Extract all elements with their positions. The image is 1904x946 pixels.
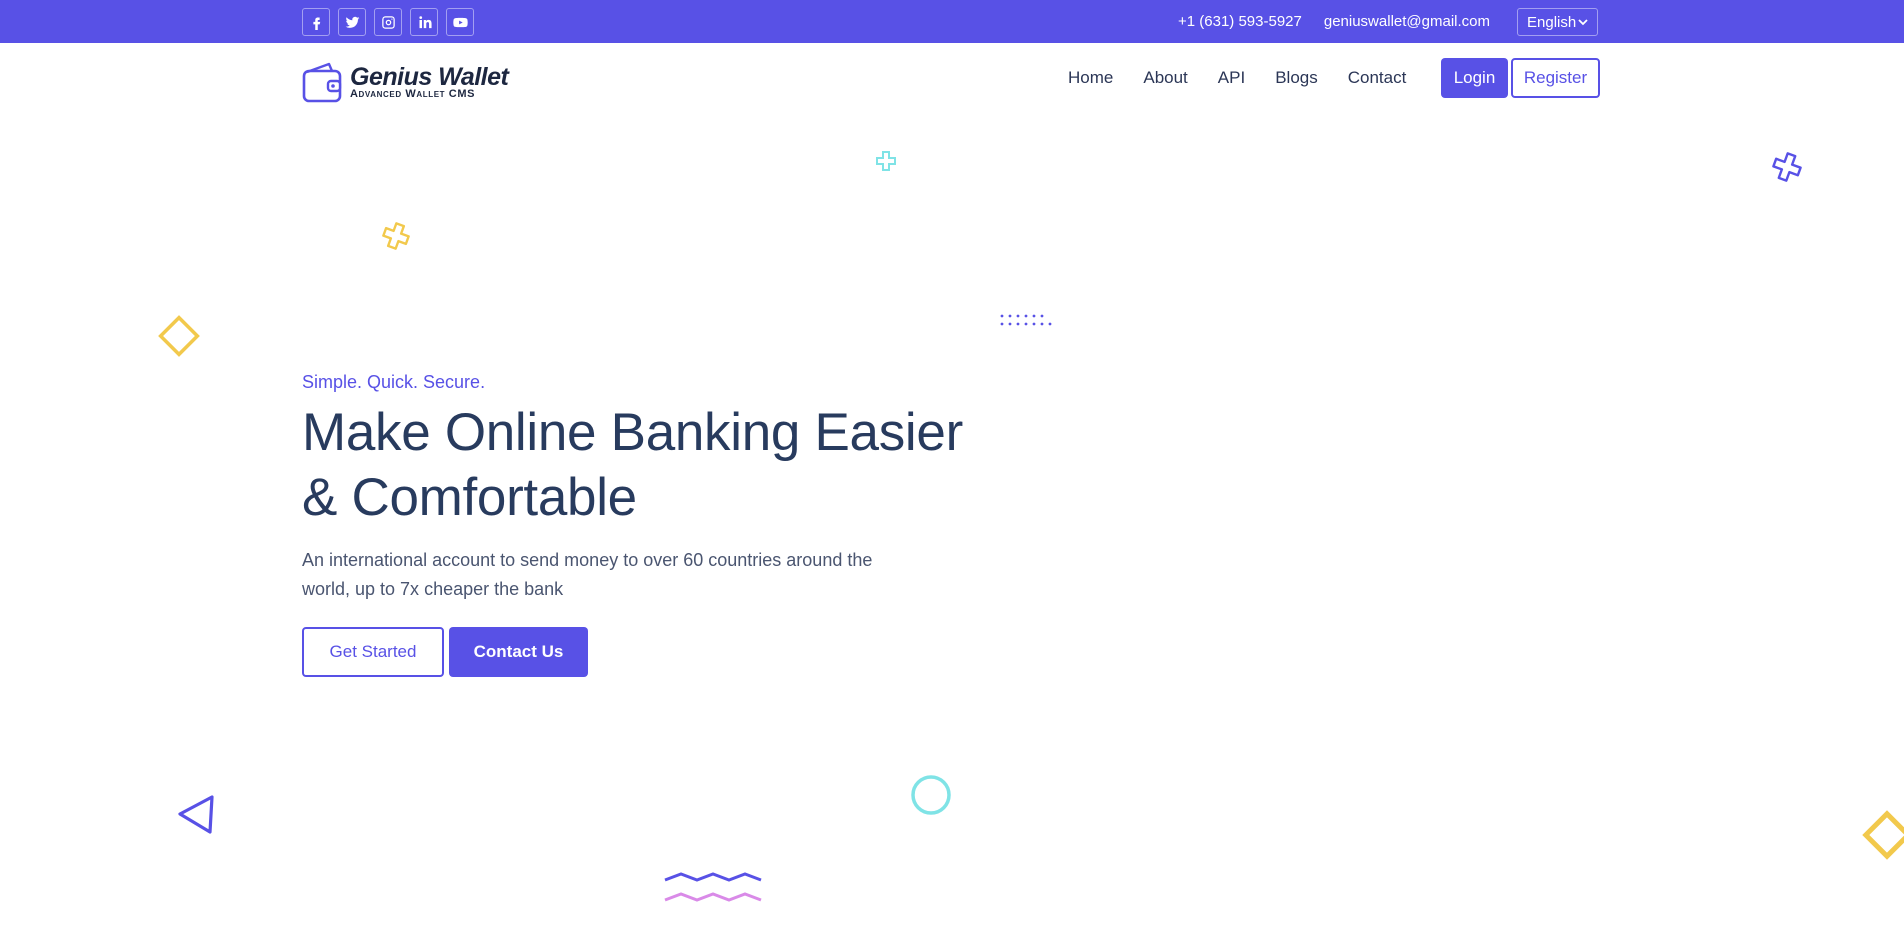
nav-blogs[interactable]: Blogs — [1275, 68, 1318, 88]
cyan-cross-shape — [876, 151, 896, 171]
get-started-button[interactable]: Get Started — [302, 627, 444, 677]
hero-tagline: Simple. Quick. Secure. — [302, 372, 486, 392]
hero-photo-collage — [940, 115, 1904, 946]
wallet-icon — [302, 62, 342, 103]
hero-subtext: An international account to send money t… — [302, 550, 873, 599]
email-address[interactable]: geniuswallet@gmail.com — [1324, 13, 1490, 30]
logo[interactable]: Genius Wallet Advanced Wallet CMS — [302, 60, 509, 104]
youtube-icon[interactable] — [446, 8, 474, 36]
wave-lines-shape — [664, 872, 762, 902]
chevron-down-icon — [1578, 19, 1588, 26]
language-select[interactable]: English — [1517, 8, 1598, 36]
nav-about[interactable]: About — [1143, 68, 1187, 88]
linkedin-icon[interactable] — [410, 8, 438, 36]
purple-triangle-shape — [178, 795, 214, 834]
language-value: English — [1527, 13, 1577, 31]
nav-contact[interactable]: Contact — [1348, 68, 1407, 88]
facebook-icon[interactable] — [302, 8, 330, 36]
register-button[interactable]: Register — [1511, 58, 1600, 98]
hero-headline: Make Online Banking Easier & Comfortable — [302, 403, 963, 527]
yellow-cross-shape — [382, 222, 410, 250]
twitter-icon[interactable] — [338, 8, 366, 36]
login-button[interactable]: Login — [1441, 58, 1508, 98]
nav-home[interactable]: Home — [1068, 68, 1113, 88]
contact-info: +1 (631) 593-5927 geniuswallet@gmail.com — [1178, 0, 1490, 43]
main-nav: Home About API Blogs Contact — [1068, 68, 1436, 88]
instagram-icon[interactable] — [374, 8, 402, 36]
yellow-diamond-shape — [158, 315, 200, 357]
social-links — [302, 8, 474, 36]
logo-name: Genius Wallet — [350, 63, 509, 91]
nav-api[interactable]: API — [1218, 68, 1245, 88]
top-bar: +1 (631) 593-5927 geniuswallet@gmail.com… — [0, 0, 1904, 43]
phone-number[interactable]: +1 (631) 593-5927 — [1178, 13, 1302, 30]
contact-us-button[interactable]: Contact Us — [449, 627, 588, 677]
